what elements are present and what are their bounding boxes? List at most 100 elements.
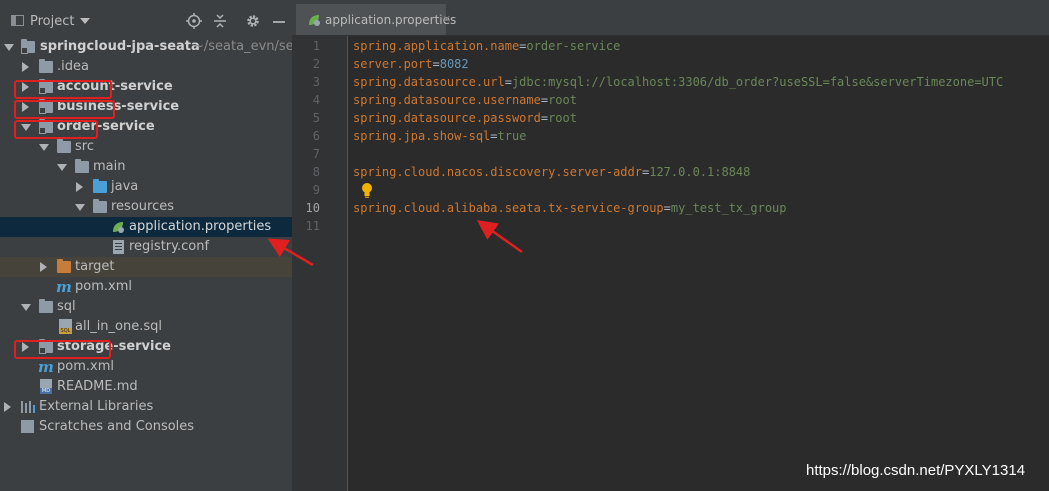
property-value: my_test_tx_group bbox=[670, 201, 787, 215]
tree-item-application-properties[interactable]: application.properties bbox=[0, 217, 292, 237]
tree-item-sql[interactable]: sql bbox=[0, 297, 292, 317]
watermark: https://blog.csdn.net/PYXLY1314 bbox=[806, 462, 1026, 479]
property-key: server.port bbox=[353, 57, 433, 71]
line-number: 7 bbox=[312, 147, 320, 161]
code-line[interactable]: server.port=8082 bbox=[353, 57, 469, 71]
tree-item-pom-xml[interactable]: m pom.xml bbox=[0, 277, 292, 297]
tree-item-idea[interactable]: .idea bbox=[0, 57, 292, 77]
tab-label: application.properties bbox=[325, 13, 457, 27]
property-key: spring.cloud.nacos.discovery.server-addr bbox=[353, 165, 642, 179]
code-line[interactable]: spring.application.name=order-service bbox=[353, 39, 620, 53]
lightbulb-icon[interactable] bbox=[361, 182, 373, 198]
maven-icon: m bbox=[56, 278, 72, 296]
expand-arrow-icon[interactable] bbox=[40, 262, 47, 272]
line-number: 6 bbox=[312, 129, 320, 143]
tree-item-src[interactable]: src bbox=[0, 137, 292, 157]
tree-item-label: all_in_one.sql bbox=[75, 319, 163, 334]
equals-sign: = bbox=[504, 75, 512, 89]
chevron-down-icon[interactable] bbox=[80, 18, 90, 24]
code-line[interactable]: spring.cloud.alibaba.seata.tx-service-gr… bbox=[353, 201, 787, 215]
tree-item-label: target bbox=[75, 259, 115, 274]
tree-item-label: Scratches and Consoles bbox=[39, 419, 195, 434]
code-line[interactable]: spring.datasource.password=root bbox=[353, 111, 577, 125]
collapse-all-icon[interactable] bbox=[212, 13, 228, 29]
expand-arrow-icon[interactable] bbox=[75, 204, 85, 211]
code-line[interactable]: spring.jpa.show-sql=true bbox=[353, 129, 526, 143]
folder-icon bbox=[57, 139, 71, 153]
expand-arrow-icon[interactable] bbox=[4, 402, 11, 412]
tree-item-label: resources bbox=[111, 199, 175, 214]
folder-icon bbox=[75, 159, 89, 173]
equals-sign: = bbox=[490, 129, 498, 143]
tree-item-readme-md[interactable]: MD README.md bbox=[0, 377, 292, 397]
tree-item-label: External Libraries bbox=[39, 399, 154, 414]
expand-arrow-icon[interactable] bbox=[4, 44, 14, 51]
tree-item-java[interactable]: java bbox=[0, 177, 292, 197]
java-folder-icon bbox=[93, 179, 107, 193]
tree-item-springcloud-jpa-seata[interactable]: springcloud-jpa-seata ~/seata_evn/seata bbox=[0, 37, 292, 57]
tree-item-scratches-and-consoles[interactable]: Scratches and Consoles bbox=[0, 417, 292, 437]
expand-arrow-icon[interactable] bbox=[76, 182, 83, 192]
expand-arrow-icon[interactable] bbox=[22, 62, 29, 72]
tree-item-label: src bbox=[75, 139, 94, 154]
property-key: spring.datasource.password bbox=[353, 111, 541, 125]
property-key: spring.application.name bbox=[353, 39, 520, 53]
annotation-box-business-service bbox=[14, 100, 115, 119]
tree-item-resources[interactable]: resources bbox=[0, 197, 292, 217]
property-value: root bbox=[548, 93, 577, 107]
tree-item-root-pom-xml[interactable]: m pom.xml bbox=[0, 357, 292, 377]
tree-item-label: springcloud-jpa-seata bbox=[40, 39, 200, 54]
line-number: 5 bbox=[312, 111, 320, 125]
tree-item-label: main bbox=[93, 159, 126, 174]
tool-window-icon[interactable] bbox=[11, 15, 24, 26]
expand-arrow-icon[interactable] bbox=[21, 304, 31, 311]
text-file-icon bbox=[113, 240, 124, 254]
code-line[interactable]: spring.datasource.url=jdbc:mysql://local… bbox=[353, 75, 1003, 89]
maven-icon: m bbox=[38, 358, 54, 376]
tree-item-label: pom.xml bbox=[75, 279, 132, 294]
annotation-box-order-service bbox=[14, 120, 98, 139]
code-line[interactable]: spring.cloud.nacos.discovery.server-addr… bbox=[353, 165, 750, 179]
tree-item-target[interactable]: target bbox=[0, 257, 292, 277]
tree-item-label: README.md bbox=[57, 379, 138, 394]
line-number: 9 bbox=[312, 183, 320, 197]
resources-folder-icon bbox=[93, 199, 107, 213]
hide-icon[interactable] bbox=[271, 13, 287, 29]
tree-item-all-in-one-sql[interactable]: SQL all_in_one.sql bbox=[0, 317, 292, 337]
tab-application-properties[interactable]: application.properties × bbox=[296, 4, 456, 35]
line-number: 4 bbox=[312, 93, 320, 107]
line-number: 10 bbox=[305, 201, 320, 215]
project-title[interactable]: Project bbox=[30, 14, 74, 29]
equals-sign: = bbox=[432, 57, 440, 71]
property-value: jdbc:mysql://localhost:3306/db_order?use… bbox=[511, 75, 1004, 89]
spring-leaf-icon bbox=[309, 15, 320, 26]
property-value: root bbox=[548, 111, 577, 125]
property-value: 127.0.0.1:8848 bbox=[649, 165, 751, 179]
expand-arrow-icon[interactable] bbox=[39, 144, 49, 151]
line-number: 3 bbox=[312, 75, 320, 89]
annotation-box-storage-service bbox=[14, 340, 111, 359]
close-icon[interactable]: × bbox=[442, 12, 451, 25]
project-tool-window: Project springcloud-jpa-seata ~/seata_ev… bbox=[0, 4, 292, 491]
tree-item-external-libraries[interactable]: External Libraries bbox=[0, 397, 292, 417]
tree-item-label: registry.conf bbox=[129, 239, 210, 254]
tree-item-path: ~/seata_evn/seata bbox=[193, 39, 292, 54]
property-key: spring.cloud.alibaba.seata.tx-service-gr… bbox=[353, 201, 664, 215]
folder-icon bbox=[39, 59, 53, 73]
tree-item-label: .idea bbox=[57, 59, 89, 74]
tree-item-registry-conf[interactable]: registry.conf bbox=[0, 237, 292, 257]
spring-leaf-icon bbox=[113, 222, 124, 233]
annotation-arrow-code bbox=[476, 220, 523, 254]
locate-icon[interactable] bbox=[186, 13, 202, 29]
tree-item-label: sql bbox=[57, 299, 76, 314]
equals-sign: = bbox=[663, 201, 671, 215]
module-folder-icon bbox=[21, 39, 35, 54]
equals-sign: = bbox=[540, 93, 549, 107]
gear-icon[interactable] bbox=[245, 13, 261, 29]
folder-icon bbox=[39, 299, 53, 313]
line-number: 8 bbox=[312, 165, 320, 179]
expand-arrow-icon[interactable] bbox=[57, 164, 67, 171]
code-line[interactable]: spring.datasource.username=root bbox=[353, 93, 577, 107]
line-number: 11 bbox=[305, 219, 320, 233]
tree-item-main[interactable]: main bbox=[0, 157, 292, 177]
